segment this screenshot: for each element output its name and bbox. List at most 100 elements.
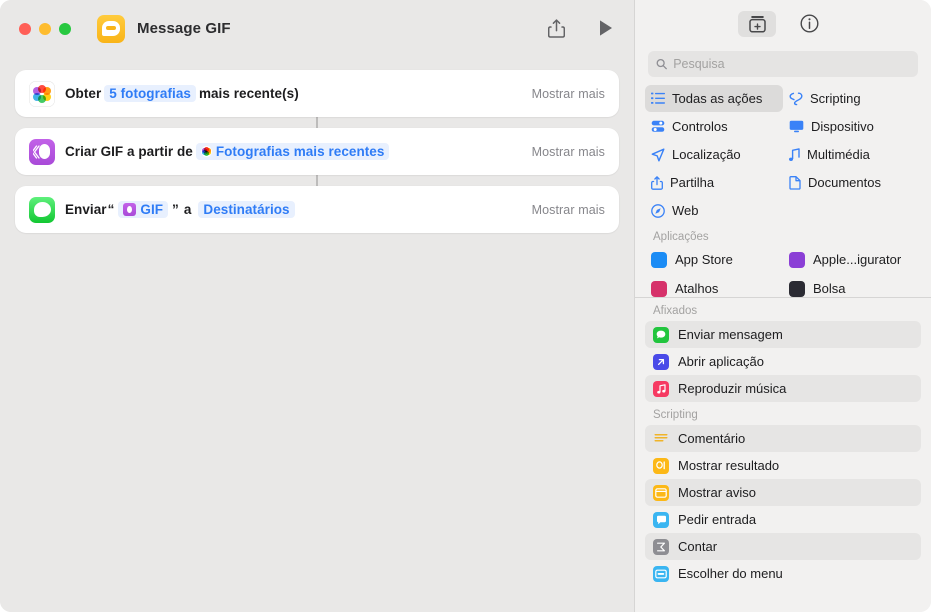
- music-icon: [653, 381, 669, 397]
- zoom-button[interactable]: [59, 23, 71, 35]
- action-label: Mostrar resultado: [678, 458, 779, 473]
- apps-section: Aplicações App Store Apple...igurator At…: [635, 226, 931, 297]
- action-list[interactable]: Afixados Enviar mensagem Abrir aplicação…: [635, 298, 931, 612]
- action-text: Criar GIF a partir de Fotografias mais r…: [65, 143, 392, 160]
- action-prefix: Enviar: [65, 202, 107, 217]
- action-prefix: Criar GIF a partir de: [65, 144, 193, 159]
- action-label: Escolher do menu: [678, 566, 783, 581]
- comment-icon: [653, 431, 669, 447]
- ask-input-icon: [653, 512, 669, 528]
- list-item[interactable]: Abrir aplicação: [645, 348, 921, 375]
- list-item[interactable]: Comentário: [645, 425, 921, 452]
- action-label: Contar: [678, 539, 717, 554]
- editor-pane: Message GIF: [0, 0, 634, 612]
- action-library-sidebar: Todas as ações Scripting Controlos: [634, 0, 931, 612]
- search-input[interactable]: [673, 57, 910, 71]
- parameter-token-recipients[interactable]: Destinatários: [198, 201, 294, 218]
- list-item[interactable]: Contar: [645, 533, 921, 560]
- gif-token-icon: [123, 203, 136, 216]
- list-icon: [651, 92, 665, 105]
- document-icon: [789, 176, 801, 190]
- action-label: Comentário: [678, 431, 745, 446]
- parameter-token-gif[interactable]: GIF: [118, 201, 168, 218]
- show-more-button[interactable]: Mostrar mais: [532, 145, 605, 159]
- list-item[interactable]: Bolsa: [783, 275, 921, 297]
- sidebar-item-controls[interactable]: Controlos: [645, 113, 783, 140]
- sidebar-item-web[interactable]: Web: [645, 197, 783, 224]
- list-item[interactable]: Escolher do menu: [645, 560, 921, 587]
- category-label: Todas as ações: [672, 91, 762, 106]
- section-title: Afixados: [635, 298, 931, 321]
- sidebar-item-documents[interactable]: Documentos: [783, 169, 921, 196]
- list-item[interactable]: Reproduzir música: [645, 375, 921, 402]
- list-item[interactable]: Atalhos: [645, 275, 783, 297]
- action-text: Enviar “ GIF ” a Destinatários: [65, 201, 298, 218]
- flow-connector: [316, 175, 318, 186]
- list-item[interactable]: Mostrar aviso: [645, 479, 921, 506]
- list-item[interactable]: Mostrar resultado: [645, 452, 921, 479]
- close-button[interactable]: [19, 23, 31, 35]
- traffic-lights: [19, 23, 71, 35]
- share-icon: [651, 176, 663, 190]
- app-store-icon: [651, 252, 667, 268]
- action-card[interactable]: Enviar “ GIF ” a Destinatários Mostrar m…: [15, 186, 619, 233]
- quote-close: ”: [171, 202, 180, 217]
- sidebar-item-device[interactable]: Dispositivo: [783, 113, 921, 140]
- apps-grid: App Store Apple...igurator Atalhos Bolsa: [645, 246, 921, 297]
- action-suffix: mais recente(s): [199, 86, 299, 101]
- category-label: Controlos: [672, 119, 728, 134]
- action-prefix: Obter: [65, 86, 101, 101]
- list-item[interactable]: App Store: [645, 246, 783, 273]
- show-more-button[interactable]: Mostrar mais: [532, 87, 605, 101]
- category-label: Localização: [672, 147, 741, 162]
- search-field[interactable]: [648, 51, 918, 77]
- gif-icon: [29, 139, 55, 165]
- messages-icon: [29, 197, 55, 223]
- app-label: Bolsa: [813, 281, 846, 296]
- action-label: Reproduzir música: [678, 381, 786, 396]
- category-grid: Todas as ações Scripting Controlos: [645, 85, 921, 224]
- category-label: Documentos: [808, 175, 881, 190]
- app-label: App Store: [675, 252, 733, 267]
- parameter-token-photos[interactable]: Fotografias mais recentes: [196, 143, 390, 160]
- add-action-icon[interactable]: [738, 11, 776, 37]
- app-icon: [97, 15, 125, 43]
- count-icon: [653, 539, 669, 555]
- sidebar-item-scripting[interactable]: Scripting: [783, 85, 921, 112]
- shortcuts-icon: [651, 281, 667, 297]
- action-label: Abrir aplicação: [678, 354, 764, 369]
- action-flow: Obter 5 fotografias mais recente(s) Most…: [15, 70, 619, 233]
- sidebar-item-all-actions[interactable]: Todas as ações: [645, 85, 783, 112]
- list-item[interactable]: Pedir entrada: [645, 506, 921, 533]
- titlebar: Message GIF: [0, 0, 634, 57]
- minimize-button[interactable]: [39, 23, 51, 35]
- action-middle: a: [184, 202, 192, 217]
- location-icon: [651, 148, 665, 162]
- stocks-icon: [789, 281, 805, 297]
- sidebar-item-media[interactable]: Multimédia: [783, 141, 921, 168]
- category-label: Web: [672, 203, 699, 218]
- sidebar-item-location[interactable]: Localização: [645, 141, 783, 168]
- parameter-token-count[interactable]: 5 fotografias: [104, 85, 196, 102]
- titlebar-actions: [542, 14, 620, 42]
- sidebar-item-sharing[interactable]: Partilha: [645, 169, 783, 196]
- display-icon: [789, 120, 804, 133]
- share-icon[interactable]: [542, 14, 570, 42]
- script-icon: [789, 92, 803, 106]
- list-item[interactable]: Apple...igurator: [783, 246, 921, 273]
- info-icon[interactable]: [790, 11, 828, 37]
- category-label: Dispositivo: [811, 119, 874, 134]
- action-label: Pedir entrada: [678, 512, 756, 527]
- show-more-button[interactable]: Mostrar mais: [532, 203, 605, 217]
- action-label: Mostrar aviso: [678, 485, 756, 500]
- list-item[interactable]: Enviar mensagem: [645, 321, 921, 348]
- category-label: Scripting: [810, 91, 861, 106]
- action-card[interactable]: Criar GIF a partir de Fotografias mais r…: [15, 128, 619, 175]
- show-alert-icon: [653, 485, 669, 501]
- token-label: GIF: [140, 202, 163, 217]
- section-title: Scripting: [635, 402, 931, 425]
- photos-token-icon: [201, 146, 212, 157]
- action-card[interactable]: Obter 5 fotografias mais recente(s) Most…: [15, 70, 619, 117]
- play-icon[interactable]: [592, 14, 620, 42]
- action-text: Obter 5 fotografias mais recente(s): [65, 85, 299, 102]
